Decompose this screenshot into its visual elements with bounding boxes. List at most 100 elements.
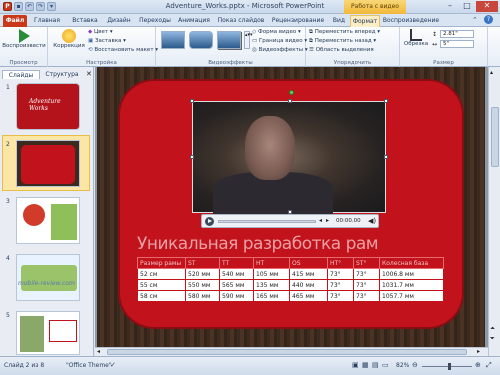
volume-icon[interactable]: ◀) [368, 217, 376, 225]
rotate-handle-icon[interactable] [289, 90, 294, 95]
tab-animations[interactable]: Анимация [176, 15, 212, 27]
crop-button[interactable]: Обрезка [402, 29, 430, 47]
slide-headline: Уникальная разработка рам [137, 234, 379, 254]
table-header-row: Размер рамы ST TT HT OS HT° ST° Колесная… [137, 257, 444, 269]
color-label: Цвет [93, 29, 109, 35]
slide-thumbnail-4[interactable] [16, 254, 80, 301]
tab-outline[interactable]: Структура [42, 70, 82, 79]
correction-button[interactable]: Коррекция [50, 29, 88, 49]
correction-label: Коррекция [53, 43, 85, 49]
player-play-button[interactable] [205, 217, 214, 226]
play-button[interactable]: Воспроизвести [2, 29, 46, 49]
slide-thumbnail-3[interactable] [16, 197, 80, 244]
slide-sorter-icon[interactable]: ▦ [362, 361, 369, 369]
tab-insert[interactable]: Вставка [68, 15, 102, 27]
video-style-thumb-2[interactable] [189, 31, 213, 49]
save-icon[interactable]: ▪ [14, 2, 23, 11]
slide-number: 2 [6, 141, 10, 148]
slide-editing-area: ◂ ▸ 00:00.00 ◀) Уникальная разработка ра… [95, 67, 488, 356]
prev-slide-icon[interactable]: ⏶ [490, 325, 495, 333]
reset-design-button[interactable]: ⟲ Восстановить макет ▾ [88, 46, 158, 54]
ribbon-minimize-icon[interactable]: ⌃ [472, 16, 478, 24]
tab-slides[interactable]: Слайды [2, 70, 40, 79]
slide-thumbnail-5[interactable] [16, 311, 80, 355]
scroll-right-icon[interactable]: ▸ [477, 348, 480, 355]
resize-handle-icon[interactable] [288, 99, 292, 103]
bring-forward-label: Переместить вперед [314, 29, 376, 35]
selection-pane-button[interactable]: ☰ Область выделения [309, 46, 374, 54]
group-preview: Воспроизвести Просмотр [0, 27, 48, 67]
table-row: 55 см 550 мм 565 мм 135 мм 440 мм 73° 73… [137, 279, 444, 291]
slideshow-icon[interactable]: ▭ [382, 361, 389, 369]
vertical-scrollbar[interactable]: ▴ ⏶ ⏷ [488, 67, 500, 356]
resize-handle-icon[interactable] [190, 99, 194, 103]
resize-handle-icon[interactable] [384, 155, 388, 159]
scroll-left-icon[interactable]: ◂ [97, 348, 100, 355]
next-slide-icon[interactable]: ⏷ [490, 335, 495, 343]
tab-home[interactable]: Главная [30, 15, 64, 27]
table-cell: 165 мм [253, 290, 290, 302]
thumb-title: Adventure Works [29, 98, 61, 112]
video-shape-label: Форма видео [257, 29, 297, 35]
media-player-bar: ◂ ▸ 00:00.00 ◀) [201, 214, 379, 228]
video-frame[interactable] [192, 101, 386, 214]
fit-to-window-icon[interactable]: ⤢ [486, 361, 492, 370]
table-cell: 73° [353, 268, 380, 280]
video-border-button[interactable]: ▭ Граница видео ▾ [252, 37, 307, 45]
video-shape-button[interactable]: ◇ Форма видео ▾ [252, 28, 301, 36]
normal-view-icon[interactable]: ▣ [352, 361, 359, 369]
tab-file[interactable]: Файл [3, 15, 27, 27]
tab-view[interactable]: Вид [330, 15, 348, 27]
tab-transitions[interactable]: Переходы [138, 15, 172, 27]
tab-design[interactable]: Дизайн [104, 15, 134, 27]
scroll-up-icon[interactable]: ▴ [490, 69, 493, 76]
h-scroll-thumb[interactable] [107, 349, 467, 355]
scroll-thumb[interactable] [491, 107, 499, 167]
slide-thumbnail-1[interactable]: Adventure Works [16, 83, 80, 130]
table-header-cell: ST° [353, 257, 380, 269]
video-style-thumb-3[interactable] [217, 31, 241, 49]
resize-handle-icon[interactable] [384, 99, 388, 103]
poster-frame-button[interactable]: ▣ Заставка ▾ [88, 37, 126, 45]
panel-close-icon[interactable]: ✕ [86, 70, 92, 78]
horizontal-scrollbar[interactable]: ◂ ▸ [95, 347, 488, 356]
zoom-in-icon[interactable]: ⊕ [475, 361, 481, 369]
window-title: Adventure_Works.pptx - Microsoft PowerPo… [165, 2, 325, 10]
undo-icon[interactable]: ↶ [25, 2, 34, 11]
tab-format[interactable]: Формат [350, 15, 380, 27]
color-button[interactable]: ◆ Цвет ▾ [88, 28, 113, 36]
zoom-level[interactable]: 82% [396, 362, 409, 369]
styles-more-icon[interactable]: ▴▾▾ [244, 31, 253, 49]
height-input[interactable]: 2.81" [440, 30, 474, 38]
customize-qat-icon[interactable]: ▾ [47, 2, 56, 11]
height-icon: ↕ [432, 31, 438, 38]
reading-view-icon[interactable]: ▤ [372, 361, 379, 369]
maximize-icon[interactable]: □ [459, 1, 475, 12]
step-back-icon[interactable]: ◂ [319, 217, 322, 224]
step-forward-icon[interactable]: ▸ [326, 217, 329, 224]
tab-playback[interactable]: Воспроизведение [382, 15, 440, 27]
spellcheck-icon[interactable]: ✓ [110, 361, 116, 369]
zoom-slider-thumb[interactable] [448, 363, 451, 370]
send-backward-button[interactable]: ⧉ Переместить назад ▾ [309, 37, 376, 45]
zoom-slider[interactable] [422, 366, 472, 367]
bring-forward-button[interactable]: ⧉ Переместить вперед ▾ [309, 28, 380, 36]
help-icon[interactable]: ? [484, 15, 493, 24]
table-cell: 465 мм [289, 290, 328, 302]
color-icon: ◆ [88, 29, 93, 35]
tab-review[interactable]: Рецензирование [270, 15, 326, 27]
video-effects-button[interactable]: ◎ Видеоэффекты ▾ [252, 46, 308, 54]
poster-label: Заставка [94, 38, 122, 44]
slide-thumbnail-2[interactable] [16, 140, 80, 187]
width-input[interactable]: 5" [440, 40, 474, 48]
minimize-icon[interactable]: – [442, 1, 458, 12]
video-style-thumb-1[interactable] [161, 31, 185, 49]
tab-slideshow[interactable]: Показ слайдов [216, 15, 266, 27]
close-icon[interactable]: ✕ [476, 1, 498, 12]
resize-handle-icon[interactable] [190, 155, 194, 159]
seek-bar[interactable] [218, 220, 316, 223]
zoom-out-icon[interactable]: ⊖ [412, 361, 418, 369]
redo-icon[interactable]: ↷ [36, 2, 45, 11]
crop-icon [410, 29, 422, 41]
slide-canvas[interactable]: ◂ ▸ 00:00.00 ◀) Уникальная разработка ра… [97, 67, 485, 347]
